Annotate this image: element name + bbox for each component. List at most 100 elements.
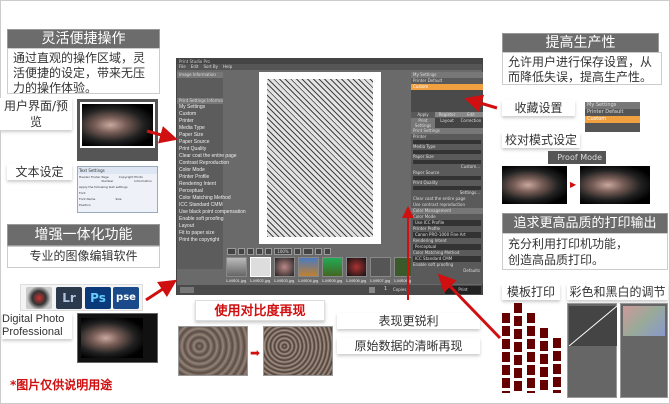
info-item: Media Type: [179, 125, 205, 131]
quality-body-line: 创造高品质打印。: [508, 253, 605, 267]
custom-item[interactable]: Custom: [585, 116, 640, 123]
printer-default-item[interactable]: Printer Default: [585, 109, 640, 116]
menu-help[interactable]: Help: [223, 64, 232, 70]
copies-input[interactable]: 1: [384, 286, 387, 292]
preview-image: [267, 79, 373, 237]
disclaimer: *图片仅供说明用途: [10, 378, 113, 392]
flex-body: 通过直观的操作区域，灵活便捷的设定，带来无压力的操作体验。: [7, 48, 160, 95]
info-item: Color Matching Method: [179, 195, 231, 201]
menu-file[interactable]: File: [179, 64, 186, 70]
dpp-screenshot: [77, 313, 158, 363]
photoshop-icon: Ps: [85, 287, 111, 309]
info-item: Use black point compensation: [179, 209, 246, 215]
favorites-label: 收藏设置: [502, 100, 575, 116]
tone-curve: [569, 306, 617, 346]
tone-curve-panel: [567, 303, 617, 398]
layout-toggle[interactable]: [180, 287, 194, 293]
tab-copyright[interactable]: Copyright: [119, 175, 134, 183]
thumbnail[interactable]: [322, 257, 343, 277]
my-settings-header: My Settings: [585, 102, 640, 109]
info-item: Print Quality: [179, 146, 207, 152]
tab-header[interactable]: Header: [79, 175, 90, 183]
dpp-label: Digital Photo Professional: [2, 313, 72, 339]
info-item: Rendering Intent: [179, 181, 216, 187]
productivity-title: 提高生产性: [502, 33, 659, 54]
zoom-in-button[interactable]: [265, 248, 272, 255]
ui-preview-image: [77, 99, 158, 161]
dialog-title: Text Settings: [78, 167, 157, 174]
info-item: Color Mode: [179, 167, 205, 173]
thumbnail[interactable]: [370, 257, 391, 277]
print-button[interactable]: Print: [445, 286, 481, 294]
quality-body-line: 充分利用打印机功能，: [508, 237, 629, 251]
proof-label: 校对模式设定: [502, 132, 580, 148]
thumbnail-filename: 1-MS03.jpg: [273, 278, 295, 283]
tab-layout[interactable]: Layout: [435, 118, 459, 128]
quality-body: 充分利用打印机功能， 创造高品质打印。: [502, 233, 668, 270]
proof-mode-button[interactable]: Proof Mode: [548, 151, 606, 164]
right-settings-panel: My Settings Printer Default Custom Apply…: [411, 72, 483, 284]
menu-sort-by[interactable]: Sort By: [203, 64, 218, 70]
thumbnail[interactable]: [226, 257, 247, 277]
edit-button[interactable]: Edit: [459, 112, 483, 117]
my-settings-widget: My Settings Printer Default Custom: [585, 102, 640, 132]
fit-button[interactable]: [247, 248, 254, 255]
rotate-button[interactable]: [238, 248, 245, 255]
thumbnail[interactable]: [346, 257, 367, 277]
left-info-panel: Image Information Print Settings Informa…: [177, 72, 246, 269]
tab-footer[interactable]: Footer: [91, 175, 101, 183]
arrow-right-icon: ▶: [570, 180, 577, 189]
view-mode-button[interactable]: [227, 248, 236, 255]
next-page-button[interactable]: [324, 248, 331, 255]
proof-before-image: [502, 166, 567, 204]
info-item: Custom: [179, 111, 197, 117]
apply-button[interactable]: Apply: [411, 112, 435, 117]
thumbnail-filename: 1-MS01.jpg: [225, 278, 247, 283]
print-preview-page[interactable]: [259, 72, 381, 244]
template-thumbnails: [502, 303, 564, 400]
register-button[interactable]: Register: [435, 112, 459, 117]
info-item: Paper Size: [179, 132, 204, 138]
preview-toolbar: 100%: [227, 248, 331, 255]
zoom-out-button[interactable]: [256, 248, 263, 255]
gear-icon[interactable]: [369, 287, 375, 293]
info-item: Paper Source: [179, 139, 210, 145]
lace-after-image: [263, 326, 333, 376]
grid-button[interactable]: [294, 248, 301, 255]
tab-print-settings[interactable]: Print Settings: [411, 118, 435, 128]
position-label: Position: [79, 203, 91, 207]
photoshop-elements-icon: pse: [113, 287, 139, 309]
zoom-select[interactable]: 100%: [274, 248, 292, 255]
size-label: Size: [115, 197, 122, 201]
tab-correction[interactable]: Correction: [459, 118, 483, 128]
status-bar: Copies 1 Print: [177, 285, 482, 295]
quality-title: 追求更高品质的打印输出: [502, 213, 668, 234]
thumbnail-filename: 1-MS02.jpg: [249, 278, 271, 283]
info-item: Printer Profile: [179, 174, 210, 180]
tab-photo-information[interactable]: Photo Information: [134, 175, 156, 183]
ui-preview-label: 用户界面/预览: [0, 98, 72, 130]
thumbnail-selected[interactable]: [250, 257, 271, 277]
productivity-body: 允许用户进行保存设置，从而降低失误，提高生产性。: [502, 52, 662, 85]
prev-page-button[interactable]: [315, 248, 322, 255]
defaults-button[interactable]: Defaults: [411, 268, 483, 274]
info-item: Clear coat the entire page: [179, 153, 237, 159]
info-item: My Settings: [179, 104, 206, 110]
display-button[interactable]: [303, 248, 313, 255]
print-studio-window: Print Studio Pro File Edit Sort By Help …: [176, 58, 483, 295]
lace-before-image: [178, 326, 248, 376]
dpp-icon: [26, 287, 52, 309]
info-item: Layout: [179, 223, 195, 229]
thumbnail[interactable]: [274, 257, 295, 277]
color-bw-label: 彩色和黑白的调节: [567, 284, 668, 300]
lightroom-icon: Lr: [56, 287, 82, 309]
clear-repro-label: 原始数据的清晰再现: [337, 338, 480, 354]
template-label: 模板打印: [502, 284, 560, 300]
menu-bar: File Edit Sort By Help: [177, 64, 482, 70]
thumbnail[interactable]: [298, 257, 319, 277]
thumbnail-filename: 1-MS05.jpg: [321, 278, 343, 283]
menu-edit[interactable]: Edit: [191, 64, 199, 70]
info-item: Contrast Reproduction: [179, 160, 230, 166]
thumbnail-filename: 1-MS04.jpg: [297, 278, 319, 283]
tab-page-number[interactable]: Page Number: [101, 175, 117, 183]
